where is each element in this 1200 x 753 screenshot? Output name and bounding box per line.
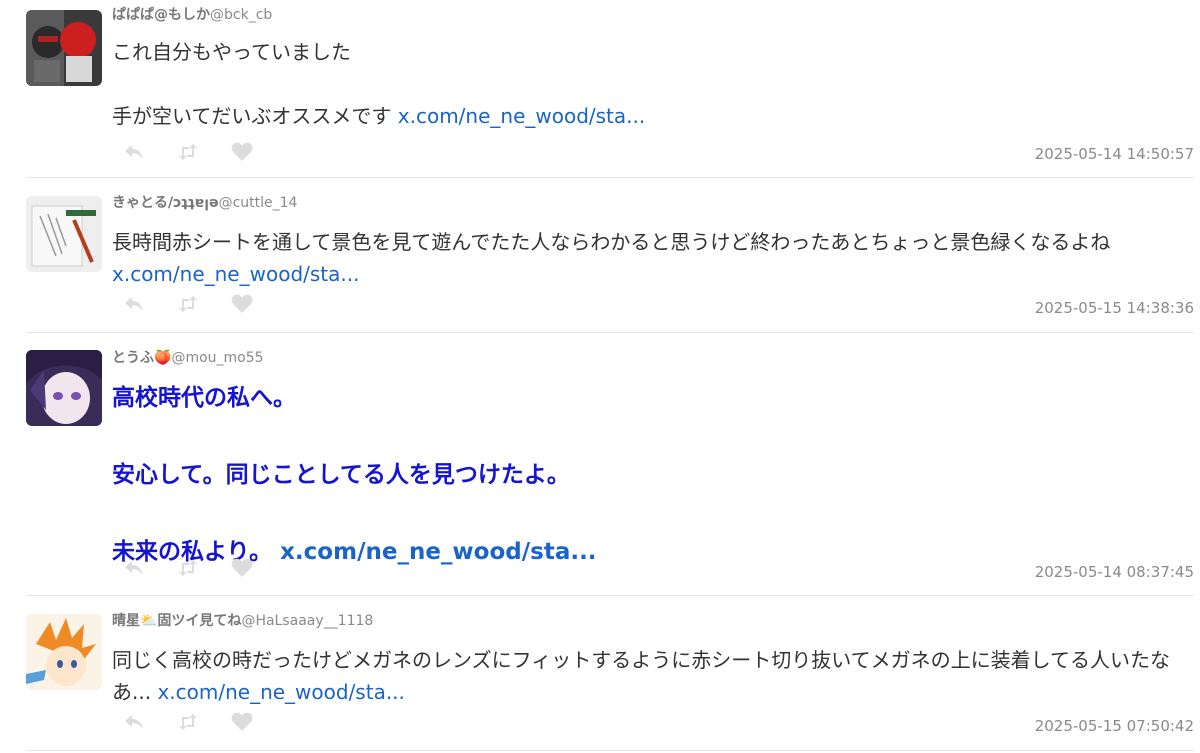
timestamp[interactable]: 2025-05-14 08:37:45 <box>1035 563 1194 581</box>
timestamp[interactable]: 2025-05-14 14:50:57 <box>1035 145 1194 163</box>
retweet-icon[interactable] <box>176 140 200 164</box>
action-bar <box>122 710 254 734</box>
tweet-text: 同じく高校の時だったけどメガネのレンズにフィットするように赤シート切り抜いてメガ… <box>112 644 1194 708</box>
tweet-card: ぱぱぱ@もしか@bck_cb これ自分もやっていました 手が空いてだいぶオススメ… <box>26 0 1194 178</box>
tweet-text: 長時間赤シートを通して景色を見て遊んでたた人ならわかると思うけど終わったあとちょ… <box>112 226 1194 290</box>
retweet-icon[interactable] <box>176 710 200 734</box>
action-bar <box>122 292 254 316</box>
display-name[interactable]: ぱぱぱ@もしか <box>112 7 210 23</box>
reply-icon[interactable] <box>122 140 146 164</box>
handle[interactable]: @HaLsaaay__1118 <box>241 613 373 629</box>
tweet-link[interactable]: x.com/ne_ne_wood/sta... <box>112 262 359 286</box>
tweet-card: きゃとる/ɔʇʇɐןǝ@cuttle_14 長時間赤シートを通して景色を見て遊ん… <box>26 178 1194 333</box>
heart-icon[interactable] <box>230 140 254 164</box>
handle[interactable]: @mou_mo55 <box>171 350 263 366</box>
tweet-text-line: 未来の私より。 x.com/ne_ne_wood/sta... <box>112 536 1194 568</box>
action-bar <box>122 556 254 580</box>
display-name[interactable]: とうふ🍑 <box>112 350 171 366</box>
tweet-text-span: 手が空いてだいぶオススメです <box>112 104 398 128</box>
retweet-icon[interactable] <box>176 292 200 316</box>
author-row: 晴星⛅固ツイ見てね@HaLsaaay__1118 <box>112 612 373 630</box>
tweet-link[interactable]: x.com/ne_ne_wood/sta... <box>398 104 645 128</box>
tweet-link[interactable]: x.com/ne_ne_wood/sta... <box>157 680 404 704</box>
tweet-card: とうふ🍑@mou_mo55 高校時代の私へ。 安心して。同じことしてる人を見つけ… <box>26 333 1194 596</box>
handle[interactable]: @bck_cb <box>210 7 272 23</box>
timestamp[interactable]: 2025-05-15 07:50:42 <box>1035 717 1194 735</box>
heart-icon[interactable] <box>230 292 254 316</box>
avatar[interactable] <box>26 196 102 272</box>
heart-icon[interactable] <box>230 710 254 734</box>
author-row: きゃとる/ɔʇʇɐןǝ@cuttle_14 <box>112 194 297 212</box>
handle[interactable]: @cuttle_14 <box>219 195 298 211</box>
timestamp[interactable]: 2025-05-15 14:38:36 <box>1035 299 1194 317</box>
avatar[interactable] <box>26 350 102 426</box>
retweet-icon[interactable] <box>176 556 200 580</box>
reply-icon[interactable] <box>122 710 146 734</box>
tweet-link[interactable]: x.com/ne_ne_wood/sta... <box>280 539 596 565</box>
tweet-text-line: 高校時代の私へ。 <box>112 385 296 411</box>
tweet-text-span: 長時間赤シートを通して景色を見て遊んでたた人ならわかると思うけど終わったあとちょ… <box>112 230 1111 254</box>
tweet-text-line: これ自分もやっていました <box>112 40 351 64</box>
display-name[interactable]: 晴星⛅固ツイ見てね <box>112 613 241 629</box>
author-row: とうふ🍑@mou_mo55 <box>112 349 264 367</box>
tweet-text-line: 同じく高校の時だったけどメガネのレンズにフィットするように赤シート切り抜いてメガ… <box>112 644 1194 708</box>
tweet-text: これ自分もやっていました 手が空いてだいぶオススメです x.com/ne_ne_… <box>112 36 1194 132</box>
avatar[interactable] <box>26 614 102 690</box>
author-row: ぱぱぱ@もしか@bck_cb <box>112 6 272 24</box>
display-name[interactable]: きゃとる/ɔʇʇɐןǝ <box>112 195 219 211</box>
heart-icon[interactable] <box>230 556 254 580</box>
tweet-text-line: 長時間赤シートを通して景色を見て遊んでたた人ならわかると思うけど終わったあとちょ… <box>112 226 1194 290</box>
avatar[interactable] <box>26 10 102 86</box>
tweet-card: 晴星⛅固ツイ見てね@HaLsaaay__1118 同じく高校の時だったけどメガネ… <box>26 596 1194 751</box>
action-bar <box>122 140 254 164</box>
reply-icon[interactable] <box>122 556 146 580</box>
tweet-text-line: 安心して。同じことしてる人を見つけたよ。 <box>112 462 570 488</box>
tweet-text-line: 手が空いてだいぶオススメです x.com/ne_ne_wood/sta... <box>112 100 1194 132</box>
reply-icon[interactable] <box>122 292 146 316</box>
tweet-text: 高校時代の私へ。 安心して。同じことしてる人を見つけたよ。 未来の私より。 x.… <box>112 382 1194 568</box>
